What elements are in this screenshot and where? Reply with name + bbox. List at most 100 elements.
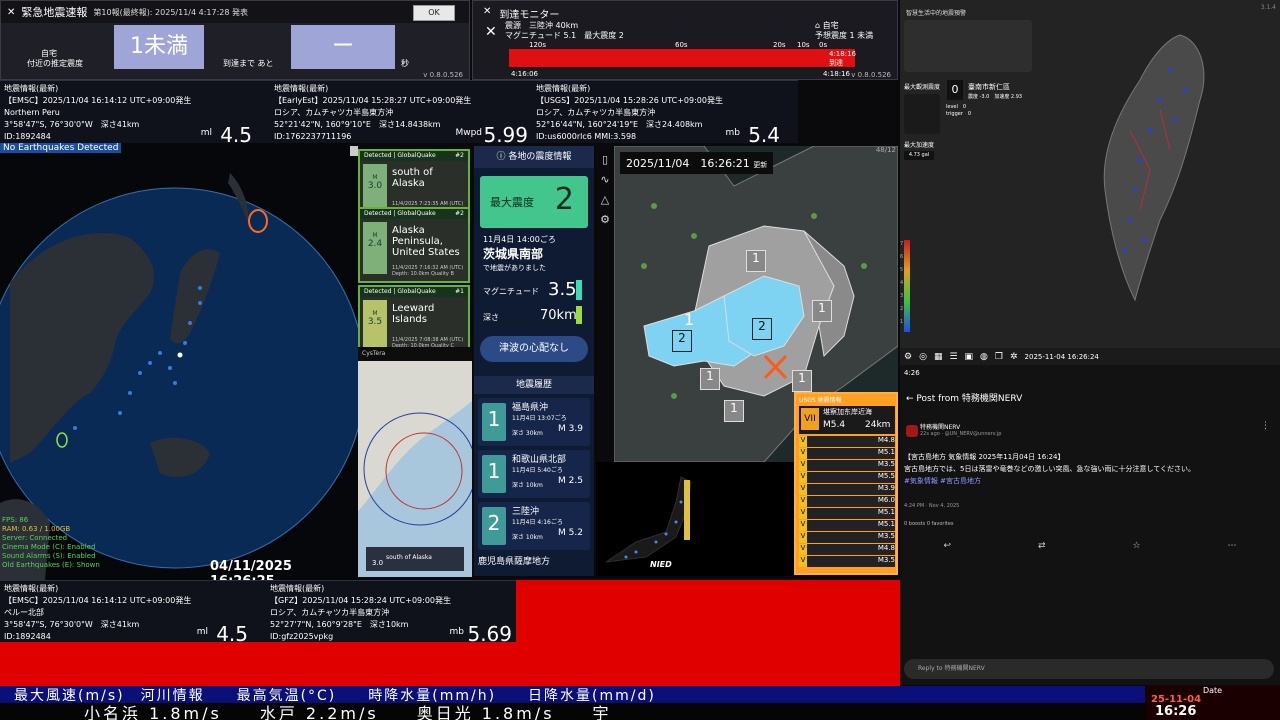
near-label: 付近の推定震度 <box>27 59 83 68</box>
taiwan-level: level 0 <box>946 104 967 110</box>
monitor-arrived: 到達 <box>829 59 843 67</box>
map-update: 更新 <box>753 161 768 169</box>
globe-icon[interactable]: ◍ <box>980 352 988 362</box>
card-mag: 2.4 <box>367 239 383 249</box>
usgs-list-mag: M6.0 <box>877 496 895 504</box>
date-box: Date 25-11-04 16:26 <box>1145 686 1280 720</box>
nerv-panel: ⓘ 各地の震度情報 最大震度 2 11月4日 14:00ごろ 茨城県南部 で地震… <box>474 146 594 576</box>
usgs-list-mag: M5.1 <box>877 448 895 456</box>
eew-report: 第10報(最終報): 2025/11/4 4:17:28 発表 <box>93 7 248 17</box>
usgs-list-item: V M3.5 <box>799 460 895 471</box>
history-mag: M 2.5 <box>558 476 583 486</box>
globe-view[interactable]: No Earthquakes Detected FPS: 86 RAM: 0.6… <box>0 143 358 580</box>
info-source: 【EMSC】2025/11/04 16:14:12 UTC+09:00発生 <box>4 96 192 105</box>
usgs-header: USGS 地震情報 <box>799 397 842 404</box>
cystera-mag: 3.0 <box>372 559 384 567</box>
map-datetime: 2025/11/04 16:26:21 <box>626 157 750 170</box>
history-place: 福島県沖 <box>512 403 549 413</box>
usgs-list-item: V M3.5 <box>799 532 895 543</box>
back-arrow-icon[interactable]: ← <box>906 394 916 404</box>
post-author: 特務機関NERV <box>920 424 961 431</box>
usgs-list-int: V <box>799 496 807 507</box>
map-intensity-label: 1 <box>792 370 812 392</box>
reply-input[interactable]: Reply to 特務機関NERV <box>904 659 1274 679</box>
nied-svg <box>605 476 692 563</box>
history-place-partial: 鹿児島県薩摩地方 <box>478 557 551 567</box>
avatar[interactable] <box>906 425 918 437</box>
settings-icon[interactable]: ✲ <box>1010 352 1018 362</box>
info-magnitude: 5.99 <box>483 123 528 147</box>
taiwan-timestamp: 2025-11-04 16:26:24 <box>1024 352 1099 361</box>
post-title: Post from 特務機関NERV <box>916 394 1023 404</box>
quake-occurred: で地震がありました <box>483 264 546 272</box>
copy-icon[interactable]: ❐ <box>995 352 1003 362</box>
phone-icon[interactable]: ▯ <box>598 150 612 170</box>
arrival-label: 到達まで あと <box>223 59 274 68</box>
quake-card[interactable]: Detected | GlobalQuake #1 M 3.5 Leeward Is… <box>358 285 470 355</box>
chart-icon[interactable]: ▦ <box>934 352 943 362</box>
usgs-depth: 24km <box>865 420 891 430</box>
usgs-intensity: VII <box>801 408 819 430</box>
warning-icon[interactable]: △ <box>598 190 612 210</box>
monitor-close-icon[interactable]: ✕ <box>483 6 491 21</box>
ticker-header-text: 最大風速(m/s) 河川情報 最高気温(°C) 時降水量(mm/h) 日降水量(… <box>14 687 656 704</box>
more-icon[interactable]: ⋮ <box>1261 421 1270 431</box>
monitor-title: 到達モニター <box>499 10 560 21</box>
list-icon[interactable]: ☰ <box>949 352 957 362</box>
usgs-list-item: V M5.1 <box>799 520 895 531</box>
seconds-label: 秒 <box>401 59 409 68</box>
reply-icon[interactable]: ↩ <box>943 541 951 551</box>
usgs-list-int: V <box>799 556 807 567</box>
stat-cinema: Cinema Mode (C): Enabled <box>2 543 96 551</box>
depth-label: 深さ <box>483 313 499 322</box>
quake-info-emsc: 地震情報(最新) 【EMSC】2025/11/04 16:14:12 UTC+0… <box>0 80 270 145</box>
monitor-time1: 4:18:16 <box>829 50 856 58</box>
post-stats: 0 boosts 0 favorites <box>904 521 954 527</box>
usgs-list-int: V <box>799 532 807 543</box>
taiwan-version: 3.1.4 <box>1260 4 1276 11</box>
history-intensity: 2 <box>482 507 506 545</box>
usgs-list-int: V <box>799 544 807 555</box>
ok-button[interactable]: OK <box>413 5 455 21</box>
estimated-intensity: 1未満 <box>114 25 204 69</box>
card-mag: 3.0 <box>367 181 383 191</box>
info-title: 地震情報(最新) <box>270 584 325 593</box>
usgs-mag: M5.4 <box>823 420 846 430</box>
tick-0: 0s <box>819 41 828 49</box>
taiwan-gal: 4.73 gal <box>904 151 934 160</box>
card-num: #2 <box>455 152 464 159</box>
map-intensity-label: 1 <box>700 368 720 390</box>
post-tags[interactable]: #気象情報 #宮古島地方 <box>904 475 1274 487</box>
info-magnitude: 5.69 <box>467 622 512 646</box>
cystera-map <box>358 361 477 577</box>
waveform-icon[interactable]: ∿ <box>598 170 612 190</box>
mag-bar <box>576 280 582 300</box>
quake-card[interactable]: Detected | GlobalQuake #2 M 2.4 Alaska Pen… <box>358 207 470 283</box>
post-body-title: 【宮古島地方 気象情報 2025年11月04日 16:24】 <box>904 453 1065 461</box>
history-depth: 深さ 30km <box>512 430 543 437</box>
info-title: 地震情報(最新) <box>4 84 59 93</box>
boost-icon[interactable]: ⇄ <box>1038 541 1046 551</box>
gear-icon[interactable]: ⚙ <box>904 352 912 362</box>
target-icon[interactable]: ◎ <box>919 352 927 362</box>
taiwan-value: 震度 -3.0 加速度 2.93 <box>968 94 1023 100</box>
gear-icon[interactable]: ⚙ <box>598 210 612 230</box>
tsunami-badge: 津波の心配なし <box>480 336 588 362</box>
mastodon-post-panel: 4:26 ← Post from 特務機関NERV 特務機関NERV 22s a… <box>900 365 1280 685</box>
history-item[interactable]: 1 福島県沖 11月4日 13:07ごろ 深さ 30km M 3.9 <box>478 398 590 446</box>
globe-scrollbar[interactable] <box>350 146 358 156</box>
save-icon[interactable]: ▣ <box>965 352 974 362</box>
usgs-list-int: V <box>799 520 807 531</box>
taiwan-scale-7: 7 <box>900 241 904 247</box>
usgs-list-int: V <box>799 436 807 447</box>
cystera-title: CysTera <box>362 350 386 357</box>
share-icon[interactable]: ⋯ <box>1228 541 1237 551</box>
info-scale: Mwpd <box>455 128 482 138</box>
tick-10: 10s <box>797 41 810 49</box>
history-item[interactable]: 1 和歌山県北部 11月4日 5:40ごろ 深さ 10km M 2.5 <box>478 450 590 498</box>
eew-header: ✕ 緊急地震速報 第10報(最終報): 2025/11/4 4:17:28 発表 <box>1 1 469 23</box>
favorite-icon[interactable]: ☆ <box>1132 541 1140 551</box>
history-item[interactable]: 2 三陸沖 11月4日 4:16ごろ 深さ 10km M 5.2 <box>478 502 590 550</box>
eew-close-icon[interactable]: ✕ <box>7 7 15 18</box>
taiwan-map <box>1103 34 1205 302</box>
